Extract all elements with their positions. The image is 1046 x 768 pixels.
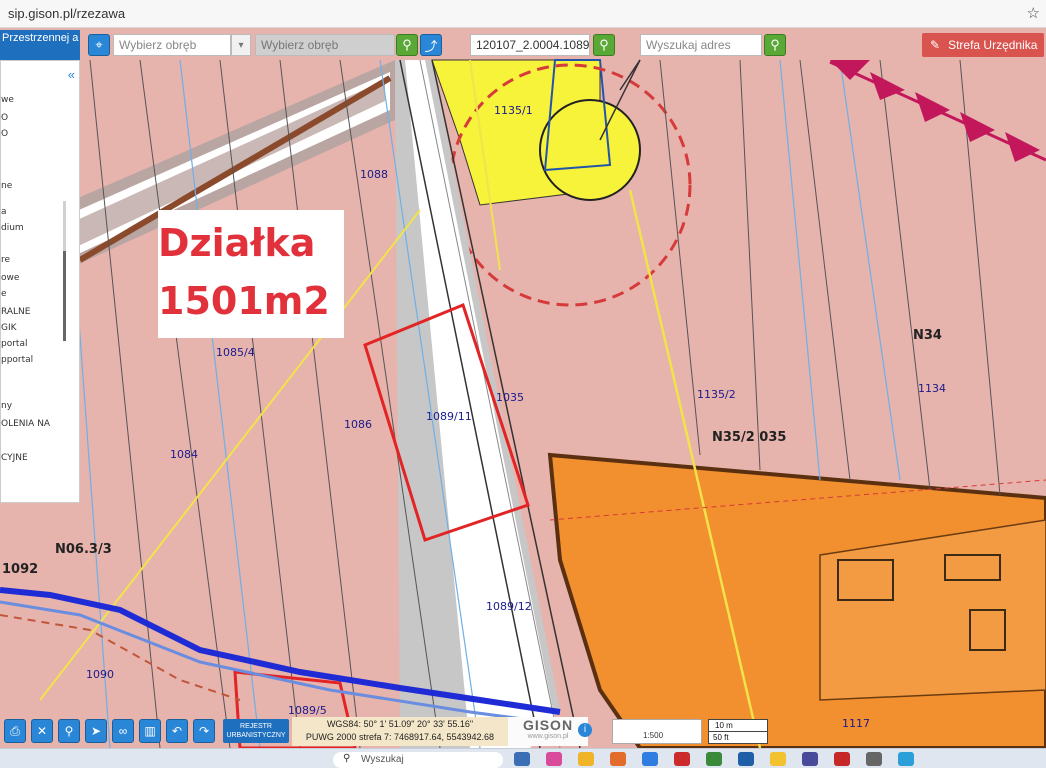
parcel-label: 1090	[86, 668, 114, 681]
navigate-icon[interactable]: ➤	[85, 719, 107, 743]
zone-symbol: 1092	[2, 562, 39, 577]
scale-feet: 50 ft	[713, 733, 729, 742]
zone-symbol: N06.3/3	[55, 542, 112, 557]
search-icon[interactable]: ⚲	[396, 34, 418, 56]
address-search-input[interactable]: Wyszukaj adres	[640, 34, 762, 56]
link-icon[interactable]: ∞	[112, 719, 134, 743]
layer-item[interactable]: re	[1, 255, 10, 265]
annotation-line2: 1501m2	[158, 279, 330, 323]
scale-meters: 10 m	[715, 721, 733, 730]
app-icon[interactable]	[866, 752, 882, 766]
parcel-label: 1134	[918, 382, 946, 395]
app-title: Przestrzennej a	[0, 30, 80, 60]
zone-symbol: N34	[913, 328, 942, 343]
plot-area-annotation: Działka 1501m2	[158, 210, 344, 338]
parcel-label: 1035	[496, 391, 524, 404]
layer-item[interactable]: CYJNE	[1, 453, 28, 463]
scale-select[interactable]: 1:500	[612, 719, 702, 744]
parcel-label: 1135/2	[697, 388, 736, 401]
layers-panel[interactable]: « we O O ne a dium re owe e RALNE GIK po…	[0, 60, 80, 503]
layer-item[interactable]: O	[1, 129, 8, 139]
layer-item[interactable]: GIK	[1, 323, 17, 333]
bookmark-star-icon[interactable]: ☆	[1027, 4, 1040, 22]
browser-address-bar[interactable]: sip.gison.pl/rzezawa ☆	[0, 0, 1046, 28]
firefox-icon[interactable]	[610, 752, 626, 766]
edge-icon[interactable]	[642, 752, 658, 766]
layer-item[interactable]: portal	[1, 339, 27, 349]
layer-item[interactable]: owe	[1, 273, 19, 283]
zone-symbol: N35/2 035	[712, 430, 787, 445]
layer-item[interactable]: we	[1, 95, 14, 105]
layer-item[interactable]: pportal	[1, 355, 33, 365]
file-explorer-icon[interactable]	[578, 752, 594, 766]
print-icon[interactable]: ⎙	[4, 719, 26, 743]
map-drawing	[0, 28, 1046, 748]
brand-url: www.gison.pl	[527, 733, 569, 740]
parcel-label: 1085/4	[216, 346, 255, 359]
scale-bar: 10 m 50 ft	[708, 719, 768, 744]
app-icon[interactable]	[770, 752, 786, 766]
chat-icon[interactable]	[546, 752, 562, 766]
parcel-id-input[interactable]: 120107_2.0004.1089/5	[470, 34, 590, 56]
collapse-panel-icon[interactable]: «	[68, 67, 75, 82]
taskbar: ⚲ Wyszukaj	[0, 748, 1046, 768]
taskbar-search[interactable]: ⚲ Wyszukaj	[333, 752, 503, 768]
annotation-line1: Działka	[158, 221, 316, 265]
parcel-label: 1088	[360, 168, 388, 181]
layer-item[interactable]: OLENIA NA	[1, 419, 50, 429]
screen: sip.gison.pl/rzezawa ☆ 1135/1 1088 1085/…	[0, 0, 1046, 768]
layer-item[interactable]: ne	[1, 181, 12, 191]
parcel-label: 1084	[170, 448, 198, 461]
brand-name: GISON	[522, 717, 574, 733]
parcel-label: 1135/1	[494, 104, 533, 117]
obreb-select[interactable]: Wybierz obręb	[113, 34, 231, 56]
undo-icon[interactable]: ↶	[166, 719, 188, 743]
parcel-search-icon[interactable]: ⌖	[88, 34, 110, 56]
app-icon[interactable]	[802, 752, 818, 766]
parcel-label: 1089/11	[426, 410, 472, 423]
official-zone-button[interactable]: ✎ Strefa Urzędnika	[922, 33, 1044, 57]
layer-item[interactable]: a	[1, 207, 7, 217]
measure-icon[interactable]: ✕	[31, 719, 53, 743]
map-canvas[interactable]: 1135/1 1088 1085/4 1086 1089/11 1035 113…	[0, 28, 1046, 748]
address-search-icon[interactable]: ⚲	[764, 34, 786, 56]
obreb-input[interactable]: Wybierz obręb	[255, 34, 395, 56]
taskbar-search-label: Wyszukaj	[361, 754, 404, 765]
layer-item[interactable]: dium	[1, 223, 24, 233]
pdf-icon[interactable]	[834, 752, 850, 766]
app-icon[interactable]	[738, 752, 754, 766]
parcel-label: 1089/12	[486, 600, 532, 613]
official-zone-label: Strefa Urzędnika	[948, 38, 1038, 52]
search-icon: ⚲	[343, 753, 351, 764]
top-toolbar: Przestrzennej a ⌖ Wybierz obręb ▾ Wybier…	[0, 30, 1046, 60]
parcel-search-button-icon[interactable]: ⚲	[593, 34, 615, 56]
chevron-down-icon[interactable]: ▾	[231, 34, 251, 56]
opera-icon[interactable]	[674, 752, 690, 766]
info-icon[interactable]: i	[578, 723, 592, 737]
locate-icon[interactable]: ⤴	[420, 34, 442, 56]
url-text[interactable]: sip.gison.pl/rzezawa	[8, 6, 125, 21]
coordinates-readout: WGS84: 50° 1' 51.09" 20° 33' 55.16" PUWG…	[292, 717, 508, 746]
layer-item[interactable]: O	[1, 113, 8, 123]
redo-icon[interactable]: ↷	[193, 719, 215, 743]
pin-icon[interactable]: ⚲	[58, 719, 80, 743]
urban-register-button[interactable]: REJESTR URBANISTYCZNY	[223, 719, 289, 743]
layer-item[interactable]: ny	[1, 401, 12, 411]
parcel-label: 1086	[344, 418, 372, 431]
scrollbar-thumb[interactable]	[63, 251, 66, 341]
layer-item[interactable]: e	[1, 289, 7, 299]
bottom-toolbar: ⎙ ✕ ⚲ ➤ ∞ ▥ ↶ ↷ REJESTR URBANISTYCZNY WG…	[0, 716, 1046, 748]
app-icon[interactable]	[706, 752, 722, 766]
wgs84-coords: WGS84: 50° 1' 51.09" 20° 33' 55.16"	[326, 719, 474, 729]
map-icon[interactable]: ▥	[139, 719, 161, 743]
task-view-icon[interactable]	[514, 752, 530, 766]
pen-icon: ✎	[930, 38, 941, 52]
gison-logo[interactable]: GISON www.gison.pl i	[508, 717, 592, 746]
layer-item[interactable]: RALNE	[1, 307, 30, 317]
puwg-coords: PUWG 2000 strefa 7: 7468917.64, 5543942.…	[305, 732, 495, 742]
app-icon[interactable]	[898, 752, 914, 766]
